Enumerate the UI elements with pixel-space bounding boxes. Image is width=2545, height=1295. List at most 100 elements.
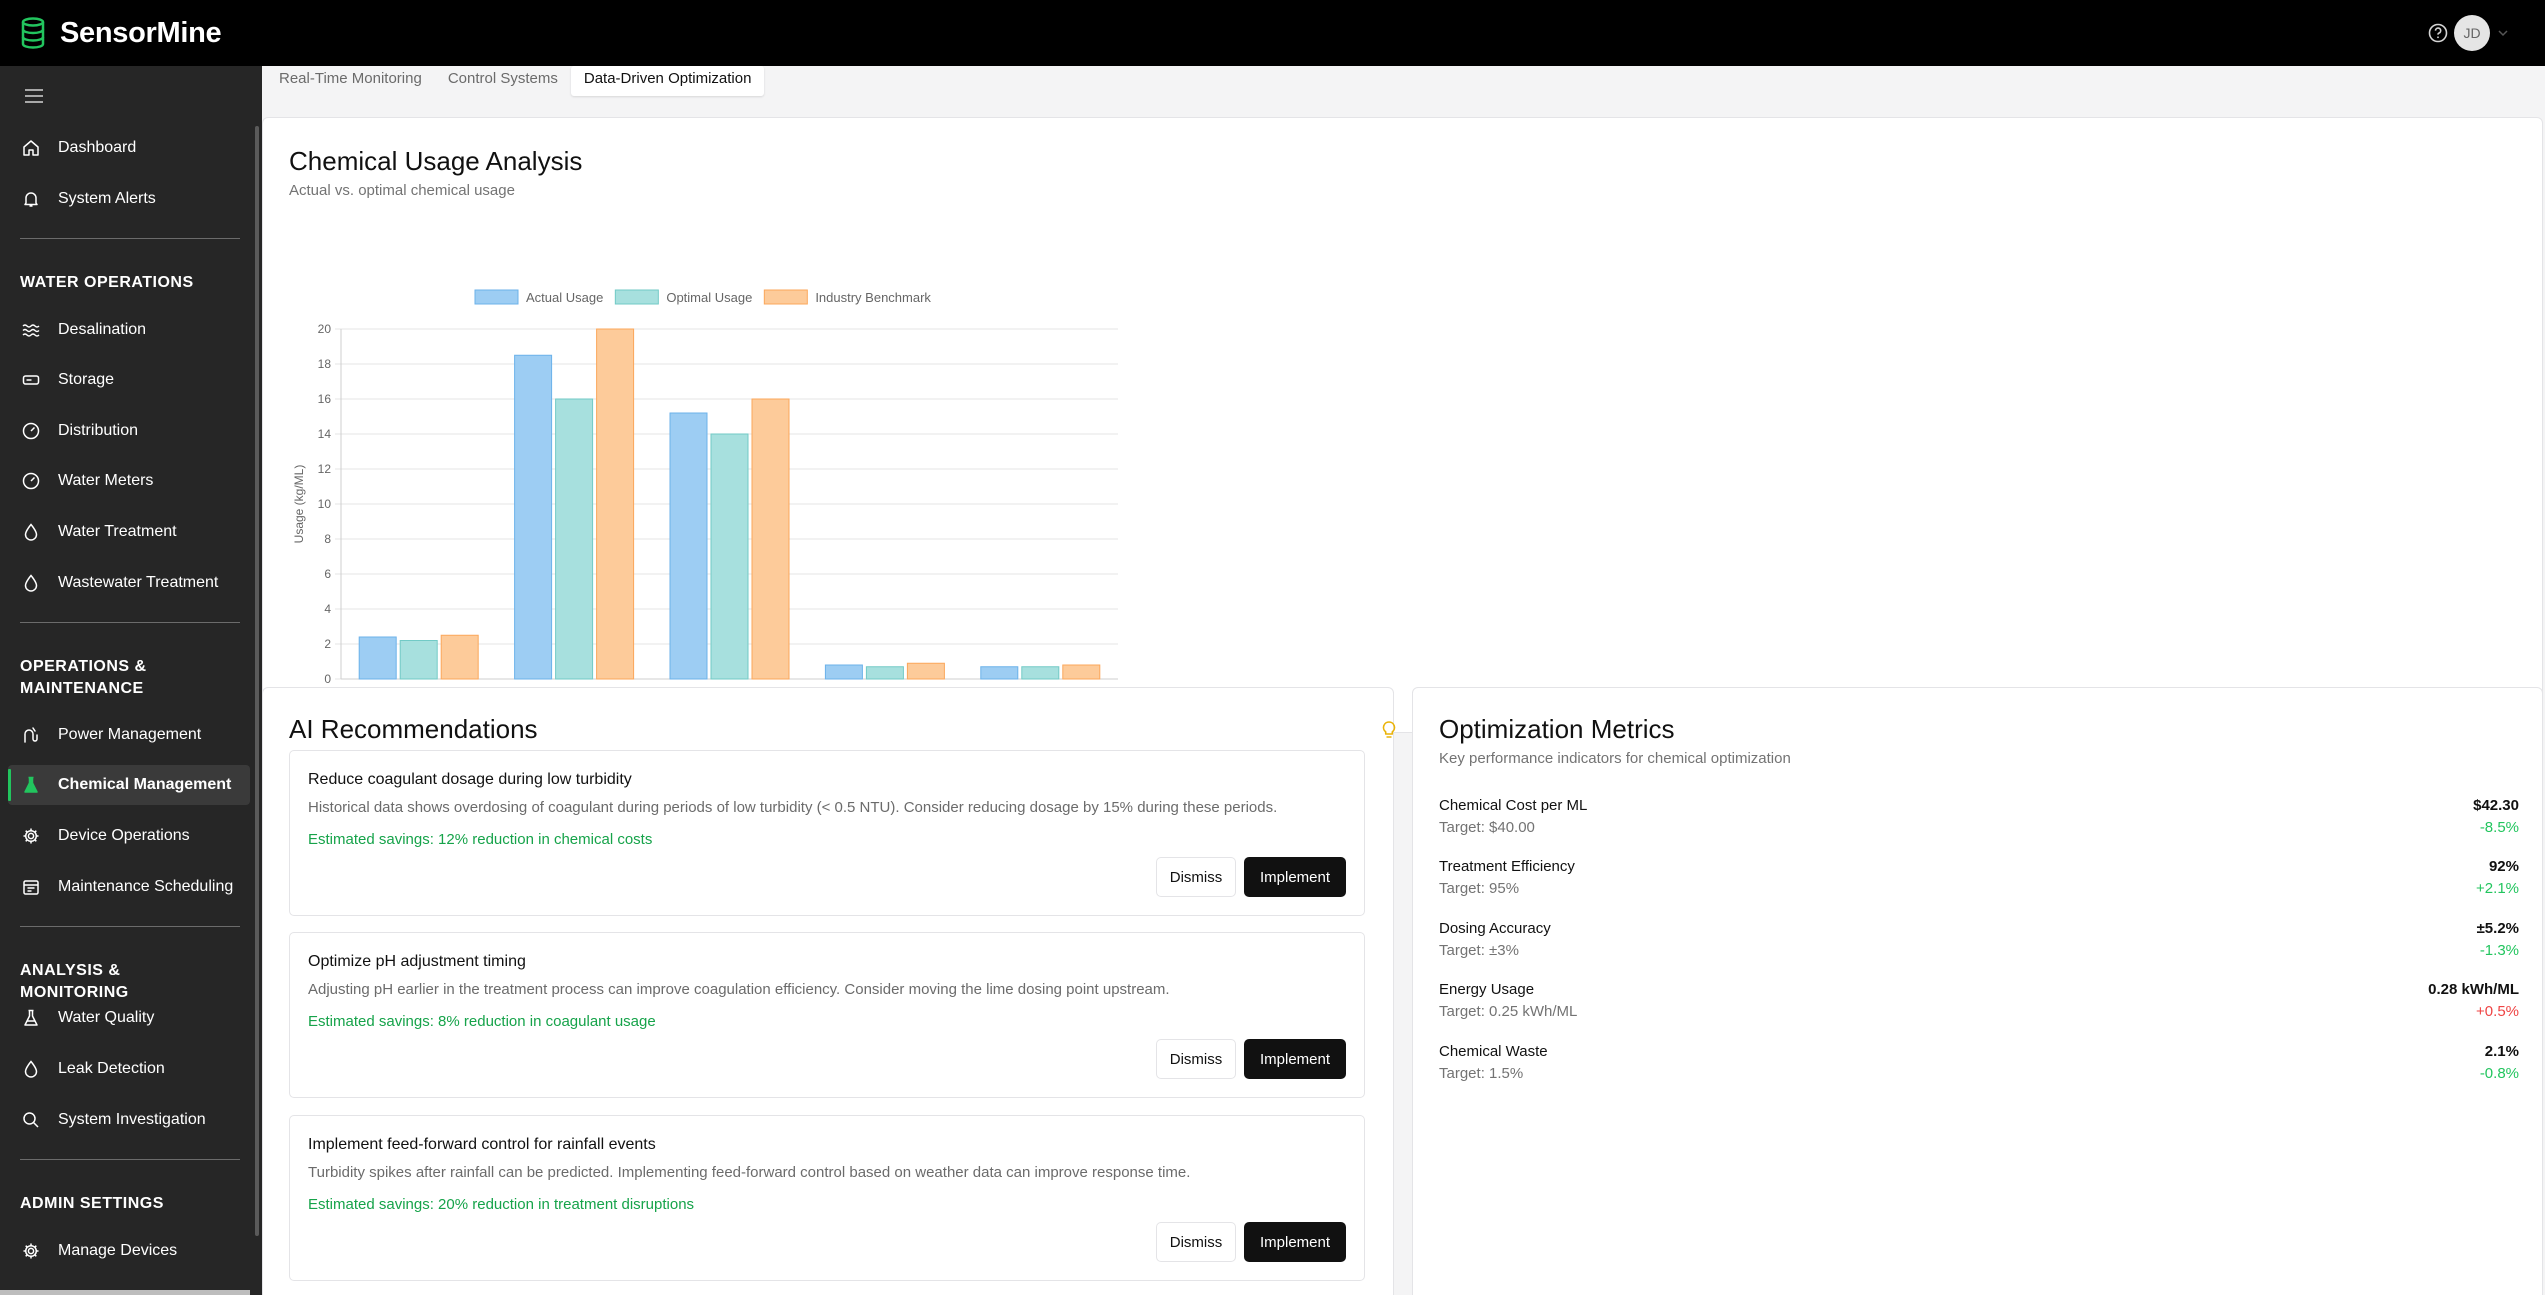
storage-icon bbox=[22, 375, 40, 385]
chevron-down-icon[interactable] bbox=[2497, 28, 2509, 38]
bar bbox=[1062, 664, 1101, 680]
recommendation-title: Implement feed-forward control for rainf… bbox=[308, 1136, 656, 1153]
metric-name: Energy Usage bbox=[1439, 981, 1535, 998]
section-admin-settings: ADMIN SETTINGS bbox=[20, 1195, 164, 1212]
sidebar-item-label: Wastewater Treatment bbox=[58, 574, 219, 591]
implement-button[interactable]: Implement bbox=[1244, 857, 1346, 897]
sidebar-item-system-alerts[interactable]: System Alerts bbox=[8, 179, 250, 219]
tab-bar: Real-Time Monitoring Control Systems Dat… bbox=[266, 66, 765, 96]
metric-target: Target: 1.5% bbox=[1439, 1065, 1524, 1082]
metric-row: Dosing Accuracy Target: ±3% ±5.2% -1.3% bbox=[1439, 920, 2519, 968]
sidebar-item-chemical-management[interactable]: Chemical Management bbox=[8, 765, 250, 805]
bar bbox=[980, 666, 1019, 680]
tab-control-systems[interactable]: Control Systems bbox=[435, 66, 571, 96]
metric-row: Treatment Efficiency Target: 95% 92% +2.… bbox=[1439, 858, 2519, 906]
gauge-icon bbox=[22, 472, 40, 490]
droplet-icon bbox=[24, 523, 38, 541]
menu-toggle-icon[interactable] bbox=[24, 88, 44, 104]
metric-name: Chemical Cost per ML bbox=[1439, 797, 1588, 814]
sidebar-item-device-operations[interactable]: Device Operations bbox=[8, 816, 250, 856]
metric-delta: +0.5% bbox=[2476, 1003, 2519, 1020]
bar bbox=[440, 634, 479, 680]
bar bbox=[865, 666, 904, 680]
sidebar-item-label: Dashboard bbox=[58, 139, 137, 156]
sidebar-item-dashboard[interactable]: Dashboard bbox=[8, 128, 250, 168]
sidebar-item-system-investigation[interactable]: System Investigation bbox=[8, 1100, 250, 1140]
metric-delta: -1.3% bbox=[2479, 942, 2519, 959]
metric-target: Target: ±3% bbox=[1439, 942, 1519, 959]
top-bar: SensorMine JD bbox=[0, 0, 2545, 66]
sidebar-item-label: Storage bbox=[58, 371, 115, 388]
horizontal-scrollbar[interactable] bbox=[0, 1290, 250, 1295]
user-avatar[interactable]: JD bbox=[2454, 15, 2490, 51]
legend-label: Industry Benchmark bbox=[815, 290, 931, 305]
sidebar-item-leak-detection[interactable]: Leak Detection bbox=[8, 1049, 250, 1089]
sidebar-item-desalination[interactable]: Desalination bbox=[8, 310, 250, 350]
sidebar-item-manage-devices[interactable]: Manage Devices bbox=[8, 1231, 250, 1271]
metric-value: $42.30 bbox=[2473, 797, 2519, 814]
metric-target: Target: $40.00 bbox=[1439, 819, 1535, 836]
gauge-icon bbox=[22, 422, 40, 440]
main-content: Real-Time Monitoring Control Systems Dat… bbox=[262, 66, 2545, 1295]
dismiss-button[interactable]: Dismiss bbox=[1156, 1222, 1236, 1262]
tab-data-driven-optimization[interactable]: Data-Driven Optimization bbox=[570, 66, 765, 96]
sidebar-item-water-quality[interactable]: Water Quality bbox=[8, 998, 250, 1038]
sidebar-item-label: Power Management bbox=[58, 726, 202, 743]
app-name: SensorMine bbox=[60, 16, 222, 49]
sidebar-divider bbox=[20, 622, 240, 623]
sidebar-item-storage[interactable]: Storage bbox=[8, 360, 250, 400]
metric-row: Chemical Waste Target: 1.5% 2.1% -0.8% bbox=[1439, 1043, 2519, 1091]
calendar-icon bbox=[23, 880, 39, 895]
y-tick-label: 4 bbox=[324, 602, 331, 616]
dismiss-button[interactable]: Dismiss bbox=[1156, 857, 1236, 897]
sidebar-item-distribution[interactable]: Distribution bbox=[8, 411, 250, 451]
tab-real-time-monitoring[interactable]: Real-Time Monitoring bbox=[266, 66, 435, 96]
bar bbox=[399, 640, 438, 680]
sidebar-item-label: Water Meters bbox=[58, 472, 154, 489]
bar bbox=[751, 398, 790, 680]
metric-delta: -0.8% bbox=[2479, 1065, 2519, 1082]
help-icon[interactable] bbox=[2427, 22, 2449, 44]
search-icon bbox=[23, 1112, 39, 1128]
power-icon bbox=[24, 727, 38, 743]
legend-label: Optimal Usage bbox=[666, 290, 752, 305]
recommendation-savings: Estimated savings: 8% reduction in coagu… bbox=[308, 1013, 656, 1030]
app-logo[interactable]: SensorMine bbox=[20, 16, 222, 50]
legend-label: Actual Usage bbox=[526, 290, 603, 305]
flask-icon bbox=[24, 1009, 38, 1026]
waves-icon bbox=[22, 324, 40, 337]
sidebar-item-maintenance-scheduling[interactable]: Maintenance Scheduling bbox=[8, 867, 250, 907]
metrics-title: Optimization Metrics bbox=[1439, 714, 1675, 744]
y-tick-label: 6 bbox=[324, 567, 331, 581]
sidebar-item-power-management[interactable]: Power Management bbox=[8, 715, 250, 755]
gear-icon bbox=[23, 828, 39, 844]
bar bbox=[669, 412, 708, 680]
section-water-operations: WATER OPERATIONS bbox=[20, 274, 194, 291]
sidebar-scrollbar[interactable] bbox=[255, 126, 259, 1236]
y-tick-label: 8 bbox=[324, 532, 331, 546]
metric-name: Treatment Efficiency bbox=[1439, 858, 1575, 875]
metric-target: Target: 95% bbox=[1439, 880, 1520, 897]
y-tick-label: 0 bbox=[324, 672, 331, 686]
y-tick-label: 2 bbox=[324, 637, 331, 651]
y-tick-label: 10 bbox=[318, 497, 332, 511]
section-operations-maintenance: OPERATIONS & MAINTENANCE bbox=[20, 658, 147, 697]
sidebar-item-water-treatment[interactable]: Water Treatment bbox=[8, 512, 250, 552]
recommendation-title: Reduce coagulant dosage during low turbi… bbox=[308, 771, 632, 788]
droplet-icon bbox=[24, 1060, 38, 1078]
bar bbox=[906, 662, 945, 680]
metric-target: Target: 0.25 kWh/ML bbox=[1439, 1003, 1578, 1020]
sidebar-item-label: Leak Detection bbox=[58, 1060, 165, 1077]
implement-button[interactable]: Implement bbox=[1244, 1039, 1346, 1079]
chemical-usage-chart: 02468101214161820Usage (kg/ML)ChlorineAl… bbox=[292, 289, 1118, 702]
sidebar-item-wastewater-treatment[interactable]: Wastewater Treatment bbox=[8, 563, 250, 603]
sidebar-item-water-meters[interactable]: Water Meters bbox=[8, 461, 250, 501]
bar bbox=[710, 433, 749, 680]
metrics-subtitle: Key performance indicators for chemical … bbox=[1439, 750, 1791, 767]
y-tick-label: 12 bbox=[318, 462, 332, 476]
implement-button[interactable]: Implement bbox=[1244, 1222, 1346, 1262]
sidebar-item-label: Distribution bbox=[58, 422, 139, 439]
dismiss-button[interactable]: Dismiss bbox=[1156, 1039, 1236, 1079]
metric-row: Energy Usage Target: 0.25 kWh/ML 0.28 kW… bbox=[1439, 981, 2519, 1029]
recommendations-title: AI Recommendations bbox=[289, 714, 538, 744]
